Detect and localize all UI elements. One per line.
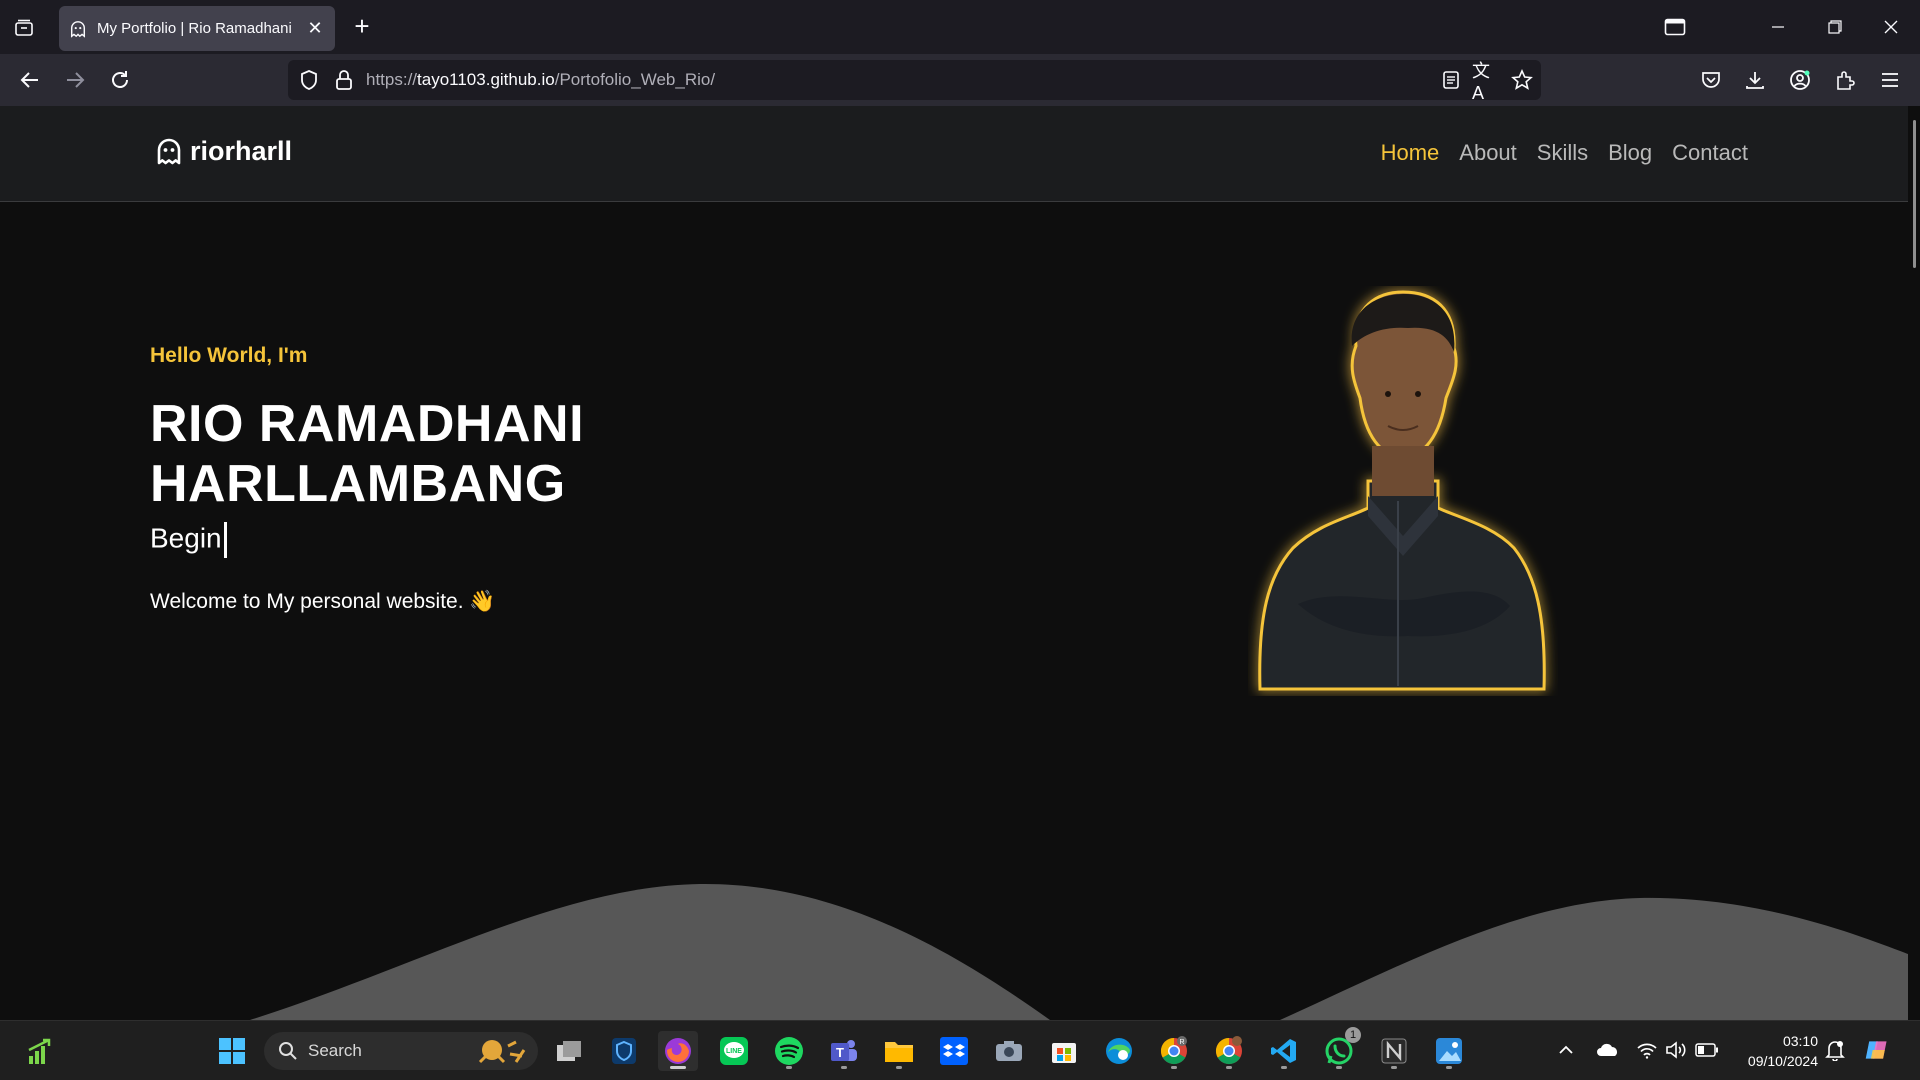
typing-cursor: [223, 522, 227, 558]
firefox-icon[interactable]: [658, 1031, 698, 1071]
search-highlight-icon: [478, 1040, 526, 1064]
copilot-icon[interactable]: [1864, 1037, 1890, 1063]
reload-icon[interactable]: [106, 66, 134, 94]
notion-icon[interactable]: [1374, 1031, 1414, 1071]
hero-name-line1: RIO RAMADHANI: [150, 395, 585, 453]
chrome-profile-r-icon[interactable]: R: [1154, 1031, 1194, 1071]
site-logo[interactable]: riorharll: [156, 136, 292, 167]
typed-text: Begin: [150, 522, 227, 558]
photos-icon[interactable]: [1429, 1031, 1469, 1071]
search-icon: [279, 1042, 297, 1060]
logo-text: riorharll: [190, 136, 293, 166]
nav-blog[interactable]: Blog: [1608, 140, 1652, 166]
translate-icon[interactable]: 文A: [1472, 61, 1500, 103]
tray-chevron-up-icon[interactable]: [1553, 1037, 1579, 1063]
bookmark-star-icon[interactable]: [1508, 66, 1536, 94]
edge-icon[interactable]: [1099, 1031, 1139, 1071]
browser-tabbar: My Portfolio | Rio Ramadhani H ✕ +: [0, 0, 1920, 54]
nav-about[interactable]: About: [1459, 140, 1517, 166]
typed-word: Begin: [150, 522, 222, 554]
vscode-icon[interactable]: [1264, 1031, 1304, 1071]
url-prefix: https://: [366, 70, 418, 89]
spotify-icon[interactable]: [769, 1031, 809, 1071]
decorative-waves: [250, 883, 1908, 1020]
new-tab-button[interactable]: +: [348, 12, 376, 40]
running-indicator: [1226, 1066, 1232, 1069]
page-scrollbar[interactable]: [1908, 106, 1920, 1020]
clock-date: 09/10/2024: [1747, 1053, 1818, 1069]
close-tab-icon[interactable]: ✕: [305, 18, 325, 39]
site-header: riorharll Home About Skills Blog Contact: [0, 106, 1908, 202]
task-view-icon[interactable]: [549, 1031, 589, 1071]
url-host: tayo1103.github.io: [417, 70, 555, 89]
minimize-icon[interactable]: [1763, 14, 1793, 40]
web-page: riorharll Home About Skills Blog Contact…: [0, 106, 1908, 1020]
tab-list-icon[interactable]: [10, 14, 38, 42]
whatsapp-icon[interactable]: 1: [1319, 1027, 1361, 1071]
pocket-icon[interactable]: [1697, 66, 1725, 94]
ghost-logo-icon: [157, 138, 181, 164]
dropbox-icon[interactable]: [934, 1031, 974, 1071]
taskbar-clock[interactable]: 03:10 09/10/2024: [1728, 1031, 1818, 1071]
running-indicator: [896, 1066, 902, 1069]
restore-icon[interactable]: [1820, 14, 1850, 40]
tab-title: My Portfolio | Rio Ramadhani H: [97, 20, 297, 37]
tracking-shield-icon[interactable]: [295, 66, 323, 94]
tab-overview-icon[interactable]: [1660, 14, 1690, 40]
back-icon[interactable]: [16, 66, 44, 94]
running-indicator: [1281, 1066, 1287, 1069]
extensions-icon[interactable]: [1831, 66, 1859, 94]
file-explorer-icon[interactable]: [879, 1031, 919, 1071]
stock-widget-icon[interactable]: [20, 1031, 60, 1071]
profile-photo: [1258, 290, 1546, 691]
lock-icon[interactable]: [330, 66, 358, 94]
taskbar: Search LINE T R 1 03:10 09/10/2024: [0, 1020, 1920, 1080]
menu-hamburger-icon[interactable]: [1876, 66, 1904, 94]
close-window-icon[interactable]: [1876, 14, 1906, 40]
url-path: /Portofolio_Web_Rio/: [554, 70, 716, 89]
site-nav: Home About Skills Blog Contact: [1381, 140, 1748, 166]
downloads-icon[interactable]: [1741, 66, 1769, 94]
running-indicator: [1391, 1066, 1397, 1069]
notification-bell-icon[interactable]: [1822, 1037, 1848, 1063]
nav-skills[interactable]: Skills: [1537, 140, 1588, 166]
teams-icon[interactable]: T: [824, 1031, 864, 1071]
svg-text:T: T: [836, 1045, 844, 1060]
ghost-favicon-icon: [70, 20, 86, 38]
start-windows-icon[interactable]: [212, 1031, 252, 1071]
volume-icon[interactable]: [1663, 1037, 1689, 1063]
svg-text:LINE: LINE: [726, 1048, 742, 1055]
reader-view-icon[interactable]: [1437, 66, 1465, 94]
running-indicator: [1336, 1066, 1342, 1069]
nav-home[interactable]: Home: [1381, 140, 1440, 166]
camera-icon[interactable]: [989, 1031, 1029, 1071]
scrollbar-thumb[interactable]: [1913, 120, 1916, 268]
url-text[interactable]: https://tayo1103.github.io/Portofolio_We…: [366, 70, 715, 90]
running-indicator: [1446, 1066, 1452, 1069]
line-app-icon[interactable]: LINE: [714, 1031, 754, 1071]
hero-name: RIO RAMADHANI HARLLAMBANG: [150, 394, 584, 514]
onedrive-cloud-icon[interactable]: [1595, 1037, 1621, 1063]
running-indicator: [841, 1066, 847, 1069]
welcome-text: Welcome to My personal website. 👋: [150, 590, 496, 613]
active-indicator: [670, 1066, 686, 1069]
clock-time: 03:10: [1782, 1033, 1818, 1049]
wifi-icon[interactable]: [1634, 1037, 1660, 1063]
hero-greeting: Hello World, I'm: [150, 344, 308, 367]
running-indicator: [786, 1066, 792, 1069]
nav-contact[interactable]: Contact: [1672, 140, 1748, 166]
taskbar-search[interactable]: Search: [264, 1032, 538, 1070]
battery-icon[interactable]: [1694, 1037, 1720, 1063]
browser-tab[interactable]: My Portfolio | Rio Ramadhani H ✕: [59, 6, 335, 51]
whatsapp-badge: 1: [1345, 1027, 1361, 1043]
chrome-profile-icon[interactable]: [1209, 1031, 1249, 1071]
forward-icon[interactable]: [61, 66, 89, 94]
account-icon[interactable]: [1786, 66, 1814, 94]
svg-text:R: R: [1179, 1039, 1184, 1046]
running-indicator: [1171, 1066, 1177, 1069]
hero-name-line2: HARLLAMBANG: [150, 455, 566, 513]
search-placeholder: Search: [308, 1041, 362, 1060]
microsoft-store-icon[interactable]: [1044, 1031, 1084, 1071]
shield-app-icon[interactable]: [604, 1031, 644, 1071]
